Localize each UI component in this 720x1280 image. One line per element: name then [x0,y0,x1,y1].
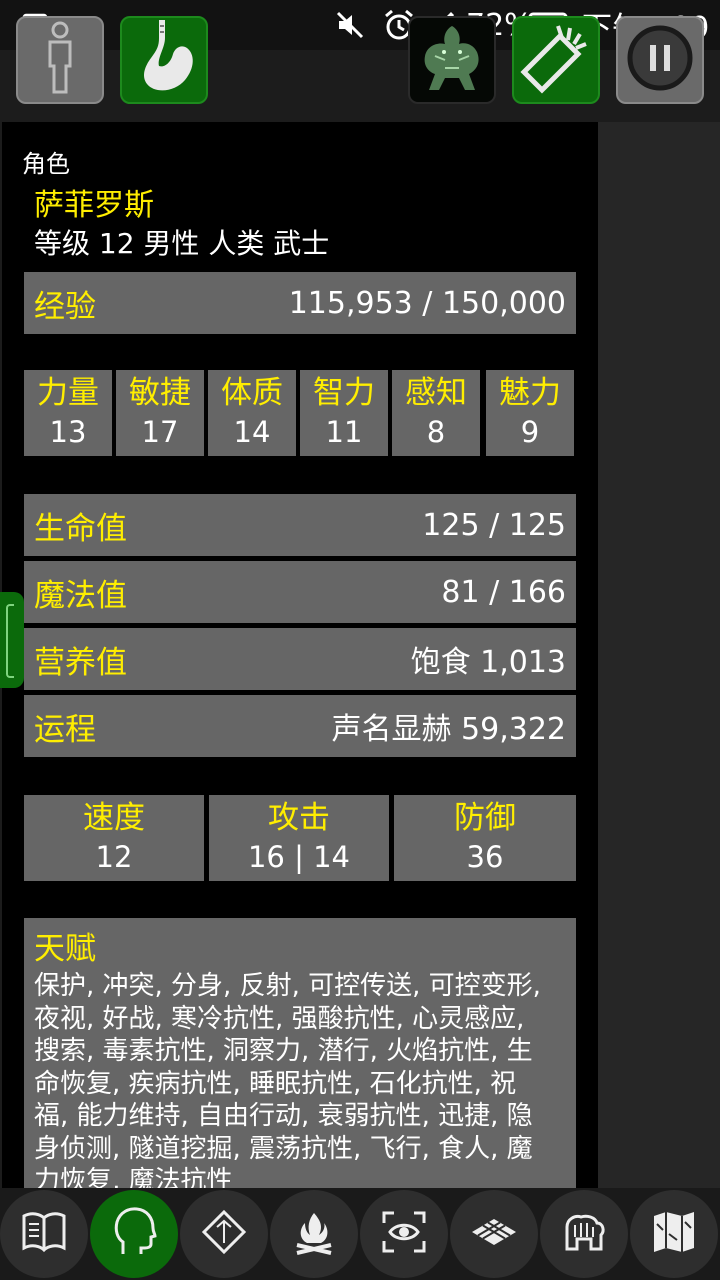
attribute-value: 9 [520,415,540,449]
attribute-label: 智力 [313,375,375,411]
defense-cell: 防御 36 [394,795,576,881]
experience-label: 经验 [34,288,96,325]
experience-bar: 经验 115,953 / 150,000 [24,272,576,334]
monster-icon [415,20,489,100]
attribute-value: 13 [49,415,87,449]
mp-label: 魔法值 [34,577,127,614]
pause-button[interactable] [616,16,704,104]
hp-bar: 生命值 125 / 125 [24,494,576,556]
nav-inventory[interactable] [540,1190,628,1278]
attribute-value: 17 [141,415,179,449]
character-name: 萨菲罗斯 [34,188,154,223]
nutrition-bar: 营养值 饱食 1,013 [24,628,576,690]
section-label: 角色 [22,150,70,178]
attribute-cell-cha: 魅力 9 [486,370,574,456]
mp-bar: 魔法值 81 / 166 [24,561,576,623]
hunger-button[interactable] [120,16,208,104]
nav-look[interactable] [360,1190,448,1278]
mp-value: 81 / 166 [441,574,566,610]
speed-label: 速度 [83,800,145,836]
drawer-handle[interactable] [0,592,24,688]
speed-cell: 速度 12 [24,795,204,881]
attribute-label: 感知 [405,375,467,411]
attribute-value: 11 [325,415,363,449]
nav-tiles[interactable] [450,1190,538,1278]
attribute-cell-dex: 敏捷 17 [116,370,204,456]
hands-icon [561,1209,607,1259]
attribute-value: 8 [426,415,446,449]
luck-value: 声名显赫 59,322 [331,712,566,747]
attack-value: 16 | 14 [247,840,350,874]
quiver-icon [518,20,594,100]
talents-line: 身侦测, 隧道挖掘, 震荡抗性, 飞行, 食人, 魔 [34,1133,533,1164]
defense-label: 防御 [454,800,516,836]
campfire-icon [291,1209,337,1259]
skill-icon [201,1209,247,1259]
nav-map[interactable] [630,1190,718,1278]
side-area [598,122,720,1192]
talents-line: 福, 能力维持, 自由行动, 衰弱抗性, 迅捷, 隐 [34,1101,533,1131]
talents-line: 搜索, 毒素抗性, 洞察力, 潜行, 火焰抗性, 生 [34,1036,533,1066]
talents-box: 天赋 保护, 冲突, 分身, 反射, 可控传送, 可控变形, 夜视, 好战, 寒… [24,918,576,1192]
hp-label: 生命值 [34,510,127,547]
luck-bar: 运程 声名显赫 59,322 [24,695,576,757]
defense-value: 36 [466,840,504,874]
nutrition-value: 饱食 1,013 [410,645,566,680]
talents-label: 天赋 [34,931,96,967]
eye-icon [380,1209,428,1259]
attribute-cell-int: 智力 11 [300,370,388,456]
attribute-cell-str: 力量 13 [24,370,112,456]
attribute-label: 力量 [37,375,99,411]
nav-character[interactable] [90,1190,178,1278]
map-icon [651,1210,697,1258]
quiver-button[interactable] [512,16,600,104]
spellbook-icon [20,1210,68,1258]
attack-cell: 攻击 16 | 14 [209,795,389,881]
attribute-label: 体质 [221,375,283,411]
character-button[interactable] [16,16,104,104]
bracket-icon [6,604,14,678]
monster-button[interactable] [408,16,496,104]
mute-icon [334,6,366,44]
nav-spellbook[interactable] [0,1190,88,1278]
stomach-icon [129,18,199,102]
nav-skills[interactable] [180,1190,268,1278]
attribute-cell-wis: 感知 8 [392,370,480,456]
head-icon [111,1206,157,1262]
talents-line: 命恢复, 疾病抗性, 睡眠抗性, 石化抗性, 祝 [34,1068,517,1099]
map-tiles-icon [470,1217,518,1251]
character-summary: 等级 12 男性 人类 武士 [34,227,330,260]
pause-icon [625,23,695,97]
attribute-cell-con: 体质 14 [208,370,296,456]
attribute-value: 14 [233,415,271,449]
speed-value: 12 [95,840,133,874]
attribute-label: 魅力 [499,375,561,411]
attribute-label: 敏捷 [129,375,191,411]
talents-line: 保护, 冲突, 分身, 反射, 可控传送, 可控变形, [34,971,541,1001]
nutrition-label: 营养值 [34,644,127,681]
character-icon [38,20,82,100]
nav-rest[interactable] [270,1190,358,1278]
luck-label: 运程 [34,711,96,748]
attack-label: 攻击 [268,800,330,836]
hp-value: 125 / 125 [422,507,566,543]
bottom-nav [0,1188,720,1280]
status-bar: 72% 下午5:09 [0,0,720,50]
experience-value: 115,953 / 150,000 [288,285,566,321]
talents-line: 夜视, 好战, 寒冷抗性, 强酸抗性, 心灵感应, [34,1003,525,1034]
